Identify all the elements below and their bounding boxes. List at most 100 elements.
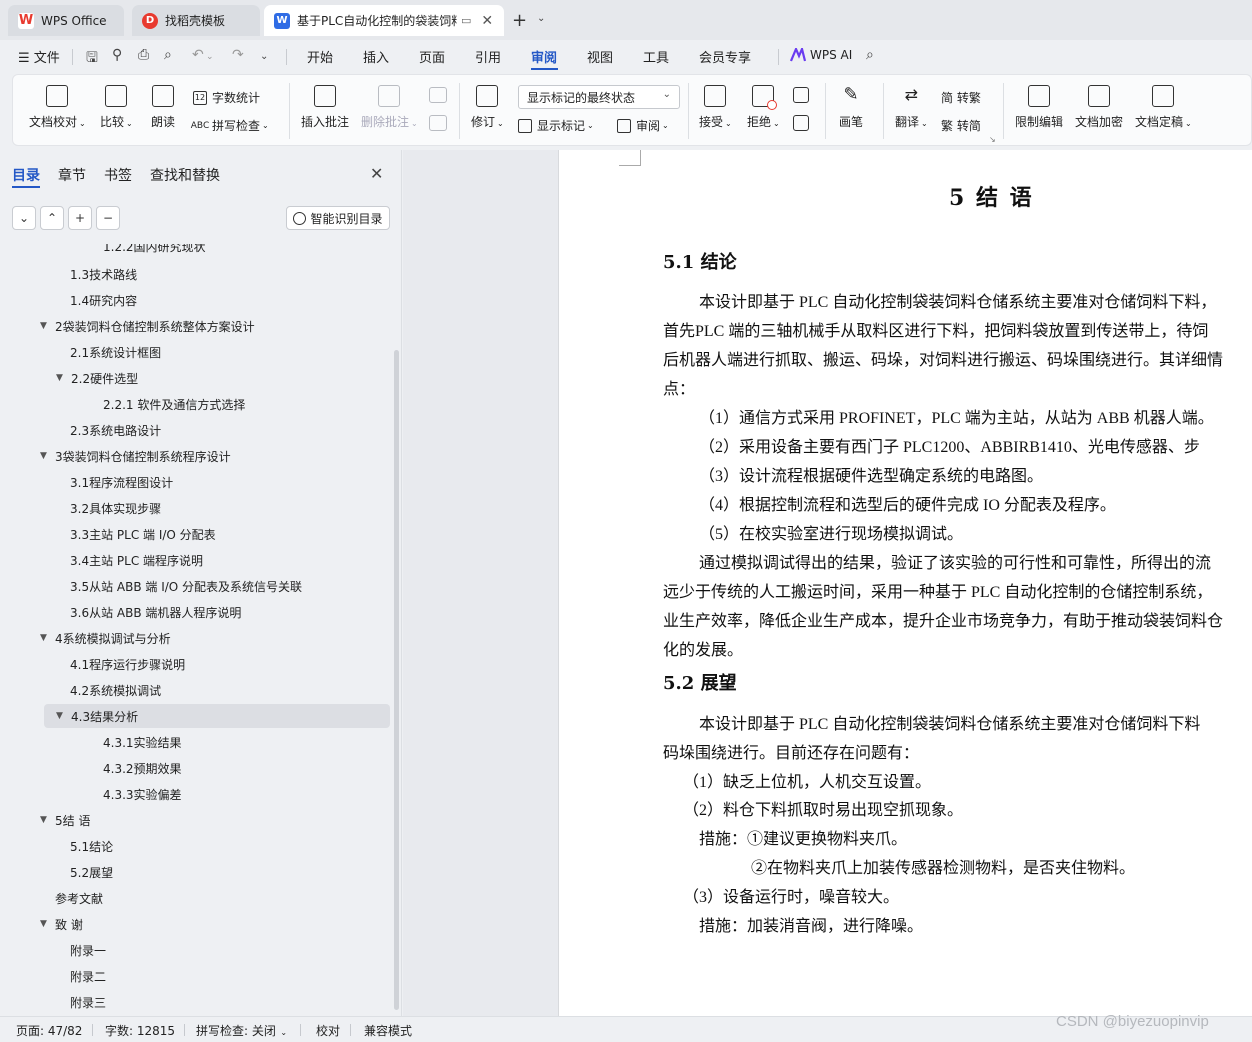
wps-ai-button[interactable]: WPS AI xyxy=(810,48,852,62)
screen-icon[interactable]: ▭ xyxy=(461,14,471,27)
nav-scrollbar[interactable] xyxy=(394,350,399,1010)
expand-triangle-icon[interactable]: ▼ xyxy=(40,451,47,461)
toc-item[interactable]: 4.3.2预期效果 xyxy=(103,757,182,779)
word-count-status[interactable]: 字数: 12815 xyxy=(105,1022,175,1039)
menu-tools[interactable]: 工具 xyxy=(643,47,669,66)
word-count-button[interactable]: 12 字数统计 xyxy=(193,89,260,106)
spell-check-status[interactable]: 拼写检查: 关闭 ⌄ xyxy=(196,1022,287,1039)
toc-item[interactable]: 5.2展望 xyxy=(70,861,113,883)
toc-item[interactable]: 4.1程序运行步骤说明 xyxy=(70,653,185,675)
expand-triangle-icon[interactable]: ▼ xyxy=(40,321,47,331)
prev-comment-icon[interactable] xyxy=(429,87,447,109)
restrict-edit-button[interactable]: 限制编辑 xyxy=(1015,85,1063,130)
reject-button[interactable]: 拒绝 ⌄ xyxy=(747,85,780,130)
spell-check-button[interactable]: ABC 拼写检查 ⌄ xyxy=(191,117,269,134)
toc-item[interactable]: 附录一 xyxy=(70,939,106,961)
menu-member[interactable]: 会员专享 xyxy=(699,47,751,66)
tab-toc[interactable]: 目录 xyxy=(12,165,40,185)
menu-review[interactable]: 审阅 xyxy=(531,47,557,66)
revise-button[interactable]: 修订 ⌄ xyxy=(471,85,504,130)
save-icon[interactable]: 🖫 xyxy=(86,47,98,71)
menu-reference[interactable]: 引用 xyxy=(475,47,501,66)
toc-item[interactable]: ▼ 3袋装饲料仓储控制系统程序设计 xyxy=(40,445,231,467)
search-icon[interactable]: ⌕ xyxy=(866,47,874,63)
toc-item[interactable]: 1.4研究内容 xyxy=(70,289,137,311)
encrypt-button[interactable]: 文档加密 xyxy=(1075,85,1123,130)
tab-template[interactable]: D 找稻壳模板 xyxy=(132,5,260,36)
expand-triangle-icon[interactable]: ▼ xyxy=(56,373,63,383)
toc-item[interactable]: 1.2.2国内研究现状 xyxy=(103,244,206,257)
link-icon[interactable]: ⚲ xyxy=(112,47,122,63)
tab-bookmarks[interactable]: 书签 xyxy=(104,165,132,185)
proof-status[interactable]: 校对 xyxy=(316,1022,340,1039)
toc-item[interactable]: 2.3系统电路设计 xyxy=(70,419,161,441)
expand-triangle-icon[interactable]: ▼ xyxy=(40,815,47,825)
menu-insert[interactable]: 插入 xyxy=(363,47,389,66)
finalize-button[interactable]: 文档定稿 ⌄ xyxy=(1135,85,1192,130)
expand-group-icon[interactable]: ↘ xyxy=(989,135,996,144)
toc-item[interactable]: ▼ 4系统模拟调试与分析 xyxy=(40,627,171,649)
toc-item[interactable]: ▼ 致 谢 xyxy=(40,913,83,935)
smart-toc-button[interactable]: 智能识别目录 xyxy=(286,206,390,230)
expand-triangle-icon[interactable]: ▼ xyxy=(40,633,47,643)
toc-item[interactable]: 4.2系统模拟调试 xyxy=(70,679,161,701)
read-aloud-button[interactable]: 朗读 xyxy=(151,85,175,130)
toc-item[interactable]: 2.2.1 软件及通信方式选择 xyxy=(103,393,245,415)
next-comment-icon[interactable] xyxy=(429,115,447,137)
toc-item[interactable]: ▼ 2袋装饲料仓储控制系统整体方案设计 xyxy=(40,315,390,337)
tab-find-replace[interactable]: 查找和替换 xyxy=(150,165,220,185)
page-indicator[interactable]: 页面: 47/82 xyxy=(16,1022,82,1039)
toc-item[interactable]: ▼ 2.2硬件选型 xyxy=(56,367,138,389)
remove-heading-icon[interactable]: − xyxy=(96,206,120,230)
expand-triangle-icon[interactable]: ▼ xyxy=(56,711,63,721)
to-traditional-button[interactable]: 简 转繁 xyxy=(941,89,981,106)
print-icon[interactable]: ⎙ xyxy=(138,47,149,63)
add-heading-icon[interactable]: + xyxy=(68,206,92,230)
expand-triangle-icon[interactable]: ▼ xyxy=(40,919,47,929)
menu-view[interactable]: 视图 xyxy=(587,47,613,66)
toc-item[interactable]: 2.1系统设计框图 xyxy=(70,341,161,363)
insert-comment-button[interactable]: 插入批注 xyxy=(301,85,349,130)
collapse-up-icon[interactable]: ⌃ xyxy=(40,206,64,230)
new-tab-icon[interactable]: + xyxy=(512,10,527,31)
toc-item[interactable]: 5.1结论 xyxy=(70,835,113,857)
toc-item[interactable]: 3.6从站 ABB 端机器人程序说明 xyxy=(70,601,241,623)
menu-home[interactable]: 开始 xyxy=(307,47,333,66)
close-tab-icon[interactable]: ✕ xyxy=(481,13,493,29)
toc-item[interactable]: 1.3技术路线 xyxy=(70,263,137,285)
accept-button[interactable]: 接受 ⌄ xyxy=(699,85,732,130)
delete-comment-button[interactable]: 删除批注 ⌄ xyxy=(361,85,418,130)
toc-item[interactable]: 参考文献 xyxy=(55,887,103,909)
undo-icon[interactable]: ↶ xyxy=(192,47,204,63)
redo-icon[interactable]: ↷ xyxy=(232,47,244,63)
toc-item[interactable]: ▼ 5结 语 xyxy=(40,809,90,831)
compare-button[interactable]: 比较 ⌄ xyxy=(100,85,133,130)
tab-document[interactable]: W 基于PLC自动化控制的袋装饲料 ▭ ✕ xyxy=(264,5,504,36)
document-page[interactable]: 5 结 语 5.1 结论 本设计即基于 PLC 自动化控制袋装饲料仓储系统主要准… xyxy=(558,150,1252,1016)
next-change-icon[interactable] xyxy=(793,115,809,137)
toc-item[interactable]: 3.5从站 ABB 端 I/O 分配表及系统信号关联 xyxy=(70,575,302,597)
toc-item[interactable]: 4.3.3实验偏差 xyxy=(103,783,182,805)
doc-proof-button[interactable]: 文档校对 ⌄ xyxy=(29,85,86,130)
more-icon[interactable]: ⌄ xyxy=(260,51,268,62)
show-markup-button[interactable]: 显示标记 ⌄ xyxy=(518,117,594,134)
toc-item[interactable]: 附录二 xyxy=(70,965,106,987)
menu-page[interactable]: 页面 xyxy=(419,47,445,66)
chevron-down-icon[interactable]: ⌄ xyxy=(206,52,214,62)
toc-item-selected[interactable]: ▼ 4.3结果分析 xyxy=(44,704,390,728)
toc-item[interactable]: 3.2具体实现步骤 xyxy=(70,497,161,519)
chevron-down-icon[interactable]: ⌄ xyxy=(537,13,545,24)
toc-item[interactable]: 3.1程序流程图设计 xyxy=(70,471,173,493)
toc-item[interactable]: 3.3主站 PLC 端 I/O 分配表 xyxy=(70,523,216,545)
review-pane-button[interactable]: 审阅 ⌄ xyxy=(617,117,669,134)
markup-state-select[interactable]: 显示标记的最终状态 ⌄ xyxy=(518,85,680,109)
collapse-down-icon[interactable]: ⌄ xyxy=(12,206,36,230)
prev-change-icon[interactable] xyxy=(793,87,809,109)
toc-item[interactable]: 3.4主站 PLC 端程序说明 xyxy=(70,549,203,571)
toc-item[interactable]: 4.3.1实验结果 xyxy=(103,731,182,753)
close-icon[interactable]: ✕ xyxy=(370,164,383,183)
print-preview-icon[interactable]: ⌕ xyxy=(164,47,172,63)
tab-wps-office[interactable]: W WPS Office xyxy=(8,5,124,36)
file-menu[interactable]: ☰ 文件 xyxy=(18,47,60,66)
tab-sections[interactable]: 章节 xyxy=(58,165,86,185)
